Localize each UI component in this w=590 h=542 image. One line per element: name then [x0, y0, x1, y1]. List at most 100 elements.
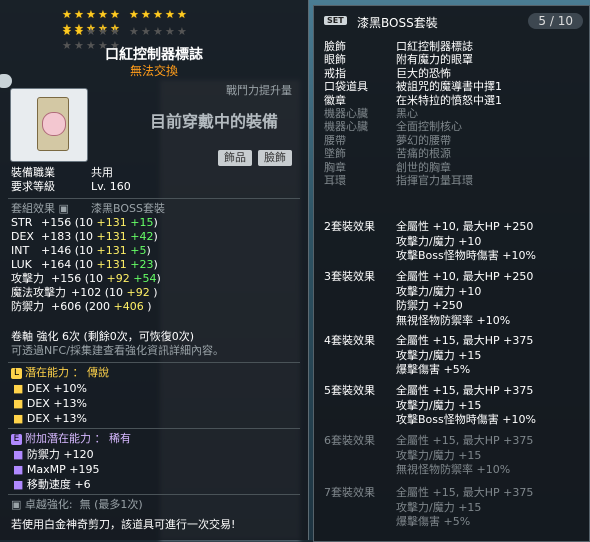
set-effect-title: 3套裝效果 — [324, 270, 375, 283]
star-empty-icon: ★ — [141, 25, 151, 38]
star-filled-icon: ★ — [74, 8, 84, 21]
star-group: ★ ★ ★ ★ ★ — [129, 25, 189, 39]
set-effect-line: 全屬性 +15, 最大HP +375 — [396, 334, 534, 347]
divider — [8, 428, 300, 429]
star-group: ★ ★ ★ ★ ★ — [62, 8, 122, 22]
job-value: 共用 — [91, 166, 113, 179]
set-piece-name: 全面控制核心 — [396, 120, 462, 134]
potential-value: MaxMP +195 — [26, 463, 100, 476]
star-empty-icon: ★ — [110, 25, 120, 38]
star-filled-icon: ★ — [86, 8, 96, 21]
set-piece-slot: 腰帶 — [324, 133, 346, 147]
star-filled-icon: ★ — [153, 8, 163, 21]
set-effect-line: 攻擊力/魔力 +15 — [396, 448, 482, 462]
star-empty-icon: ★ — [177, 25, 187, 38]
level-value: Lv. 160 — [91, 180, 131, 193]
stat-upgrade: +131 — [96, 258, 127, 271]
potential-line: ■ 防禦力 +120 — [13, 448, 94, 462]
set-effect-line: 全屬性 +10, 最大HP +250 — [396, 270, 534, 283]
potential-value: DEX +13% — [26, 412, 88, 425]
stat-extra: +42 — [130, 230, 154, 243]
potential-line: ■ DEX +13% — [13, 397, 87, 411]
set-piece-slot: 墜飾 — [324, 147, 346, 161]
bullet-icon: ■ — [13, 448, 27, 461]
set-piece-slot: 機器心臟 — [324, 107, 368, 120]
stat-row: DEX +183 (10 +131 +42) — [11, 230, 158, 244]
slot-tag-accessory: 飾品 — [218, 150, 252, 166]
bonus-potential-header: E 附加潛在能力 ： 稀有 — [11, 432, 131, 446]
bullet-icon: ■ — [13, 463, 27, 476]
set-piece-name: 苦痛的根源 — [396, 147, 451, 161]
stat-total: +164 (10 +131 +23) — [41, 258, 158, 271]
stat-total: +102 (10 +92 ) — [71, 286, 158, 299]
bottom-note: 若使用白金神奇剪刀，該道具可進行一次交易! — [11, 518, 236, 531]
set-effect-line: 無視怪物防禦率 +10% — [396, 313, 511, 327]
set-effect-line: 爆擊傷害 +5% — [396, 515, 471, 528]
stat-total-value: +164 — [41, 258, 72, 271]
bullet-icon: ■ — [13, 412, 27, 425]
stat-base: 200 — [89, 300, 111, 313]
stat-name: DEX — [11, 230, 34, 243]
set-effect-line: 全屬性 +10, 最大HP +250 — [396, 220, 534, 233]
stat-row: STR +156 (10 +131 +15) — [11, 216, 158, 230]
star-filled-icon: ★ — [177, 8, 187, 21]
set-piece-slot: 戒指 — [324, 66, 346, 80]
set-piece-slot: 臉飾 — [324, 40, 346, 53]
set-piece-slot: 口袋道具 — [324, 80, 368, 94]
stat-total: +156 (10 +131 +15) — [41, 216, 158, 229]
stat-extra: +23 — [130, 258, 154, 271]
set-lock-icon: ▣ — [55, 202, 69, 215]
set-effect-line: 攻擊Boss怪物時傷害 +10% — [396, 413, 536, 426]
set-badge: SET — [324, 16, 347, 25]
stat-upgrade: +131 — [96, 244, 127, 257]
potential-line: ■ 移動速度 +6 — [13, 478, 91, 492]
stat-row: 防禦力 +606 (200 +406 ) — [11, 300, 152, 314]
stat-extra: +15 — [130, 216, 154, 229]
stat-name: 魔法攻擊力 — [11, 286, 66, 299]
rare-icon: E — [11, 433, 22, 445]
stat-base: 10 — [109, 286, 124, 299]
soul-text: 卓越強化: 無 (最多1次) — [24, 498, 143, 511]
set-piece-slot: 機器心臟 — [324, 120, 368, 134]
stat-upgrade: +406 — [113, 300, 144, 313]
soul-line: ▣ 卓越強化: 無 (最多1次) — [11, 498, 143, 512]
divider — [8, 362, 300, 363]
level-label: 要求等級 — [11, 180, 55, 193]
stat-total-value: +146 — [41, 244, 72, 257]
potential-value: DEX +10% — [26, 382, 88, 395]
star-filled-icon: ★ — [141, 8, 151, 21]
set-piece-slot: 徽章 — [324, 93, 346, 107]
stat-total-value: +606 — [51, 300, 82, 313]
potential-title: 潛在能力 ： 傳說 — [25, 366, 109, 379]
star-force-row-2: ★ ★ ★ ★ ★ ★ ★ ★ ★ ★★ ★ ★ ★ ★ — [62, 25, 252, 52]
set-piece-name: 口紅控制器標誌 — [396, 40, 473, 53]
set-effect-line: 攻擊Boss怪物時傷害 +10% — [396, 249, 536, 262]
potential-header: L 潛在能力 ： 傳說 — [11, 366, 109, 380]
star-empty-icon: ★ — [86, 25, 96, 38]
star-filled-icon: ★ — [62, 25, 72, 38]
stat-base: 10 — [79, 230, 94, 243]
stat-base: 10 — [89, 272, 104, 285]
bullet-icon: ■ — [13, 478, 27, 491]
star-group: ★ ★ ★ ★ ★ — [62, 25, 122, 39]
face-icon — [42, 112, 66, 136]
trade-note: 無法交換 — [129, 64, 178, 78]
star-filled-icon: ★ — [62, 8, 72, 21]
stat-row: 魔法攻擊力 +102 (10 +92 ) — [11, 286, 158, 300]
set-effect-title: 4套裝效果 — [324, 334, 375, 347]
set-effect-title: 5套裝效果 — [324, 384, 375, 397]
potential-line: ■ MaxMP +195 — [13, 463, 99, 477]
set-label: 套組效果 — [11, 202, 55, 215]
slot-tag-face: 臉飾 — [258, 150, 292, 166]
stat-row: INT +146 (10 +131 +5) — [11, 244, 151, 258]
set-piece-name: 黑心 — [396, 107, 418, 120]
stat-total: +183 (10 +131 +42) — [41, 230, 158, 243]
bullet-icon: ■ — [13, 382, 27, 395]
stat-total: +606 (200 +406 ) — [51, 300, 152, 313]
nfc-note: 可透過NFC/採集建查看強化資訊詳細內容。 — [11, 344, 224, 357]
set-effect-panel: SET 漆黑BOSS套裝 5 / 10 臉飾 口紅控制器標誌 眼飾 附有魔力的眼罩 戒指… — [313, 5, 590, 542]
set-effect-line: 全屬性 +15, 最大HP +375 — [396, 384, 534, 397]
set-piece-name: 被詛咒的魔導書中擇1 — [396, 80, 502, 94]
stat-total-value: +156 — [41, 216, 72, 229]
stat-name: INT — [11, 244, 30, 257]
